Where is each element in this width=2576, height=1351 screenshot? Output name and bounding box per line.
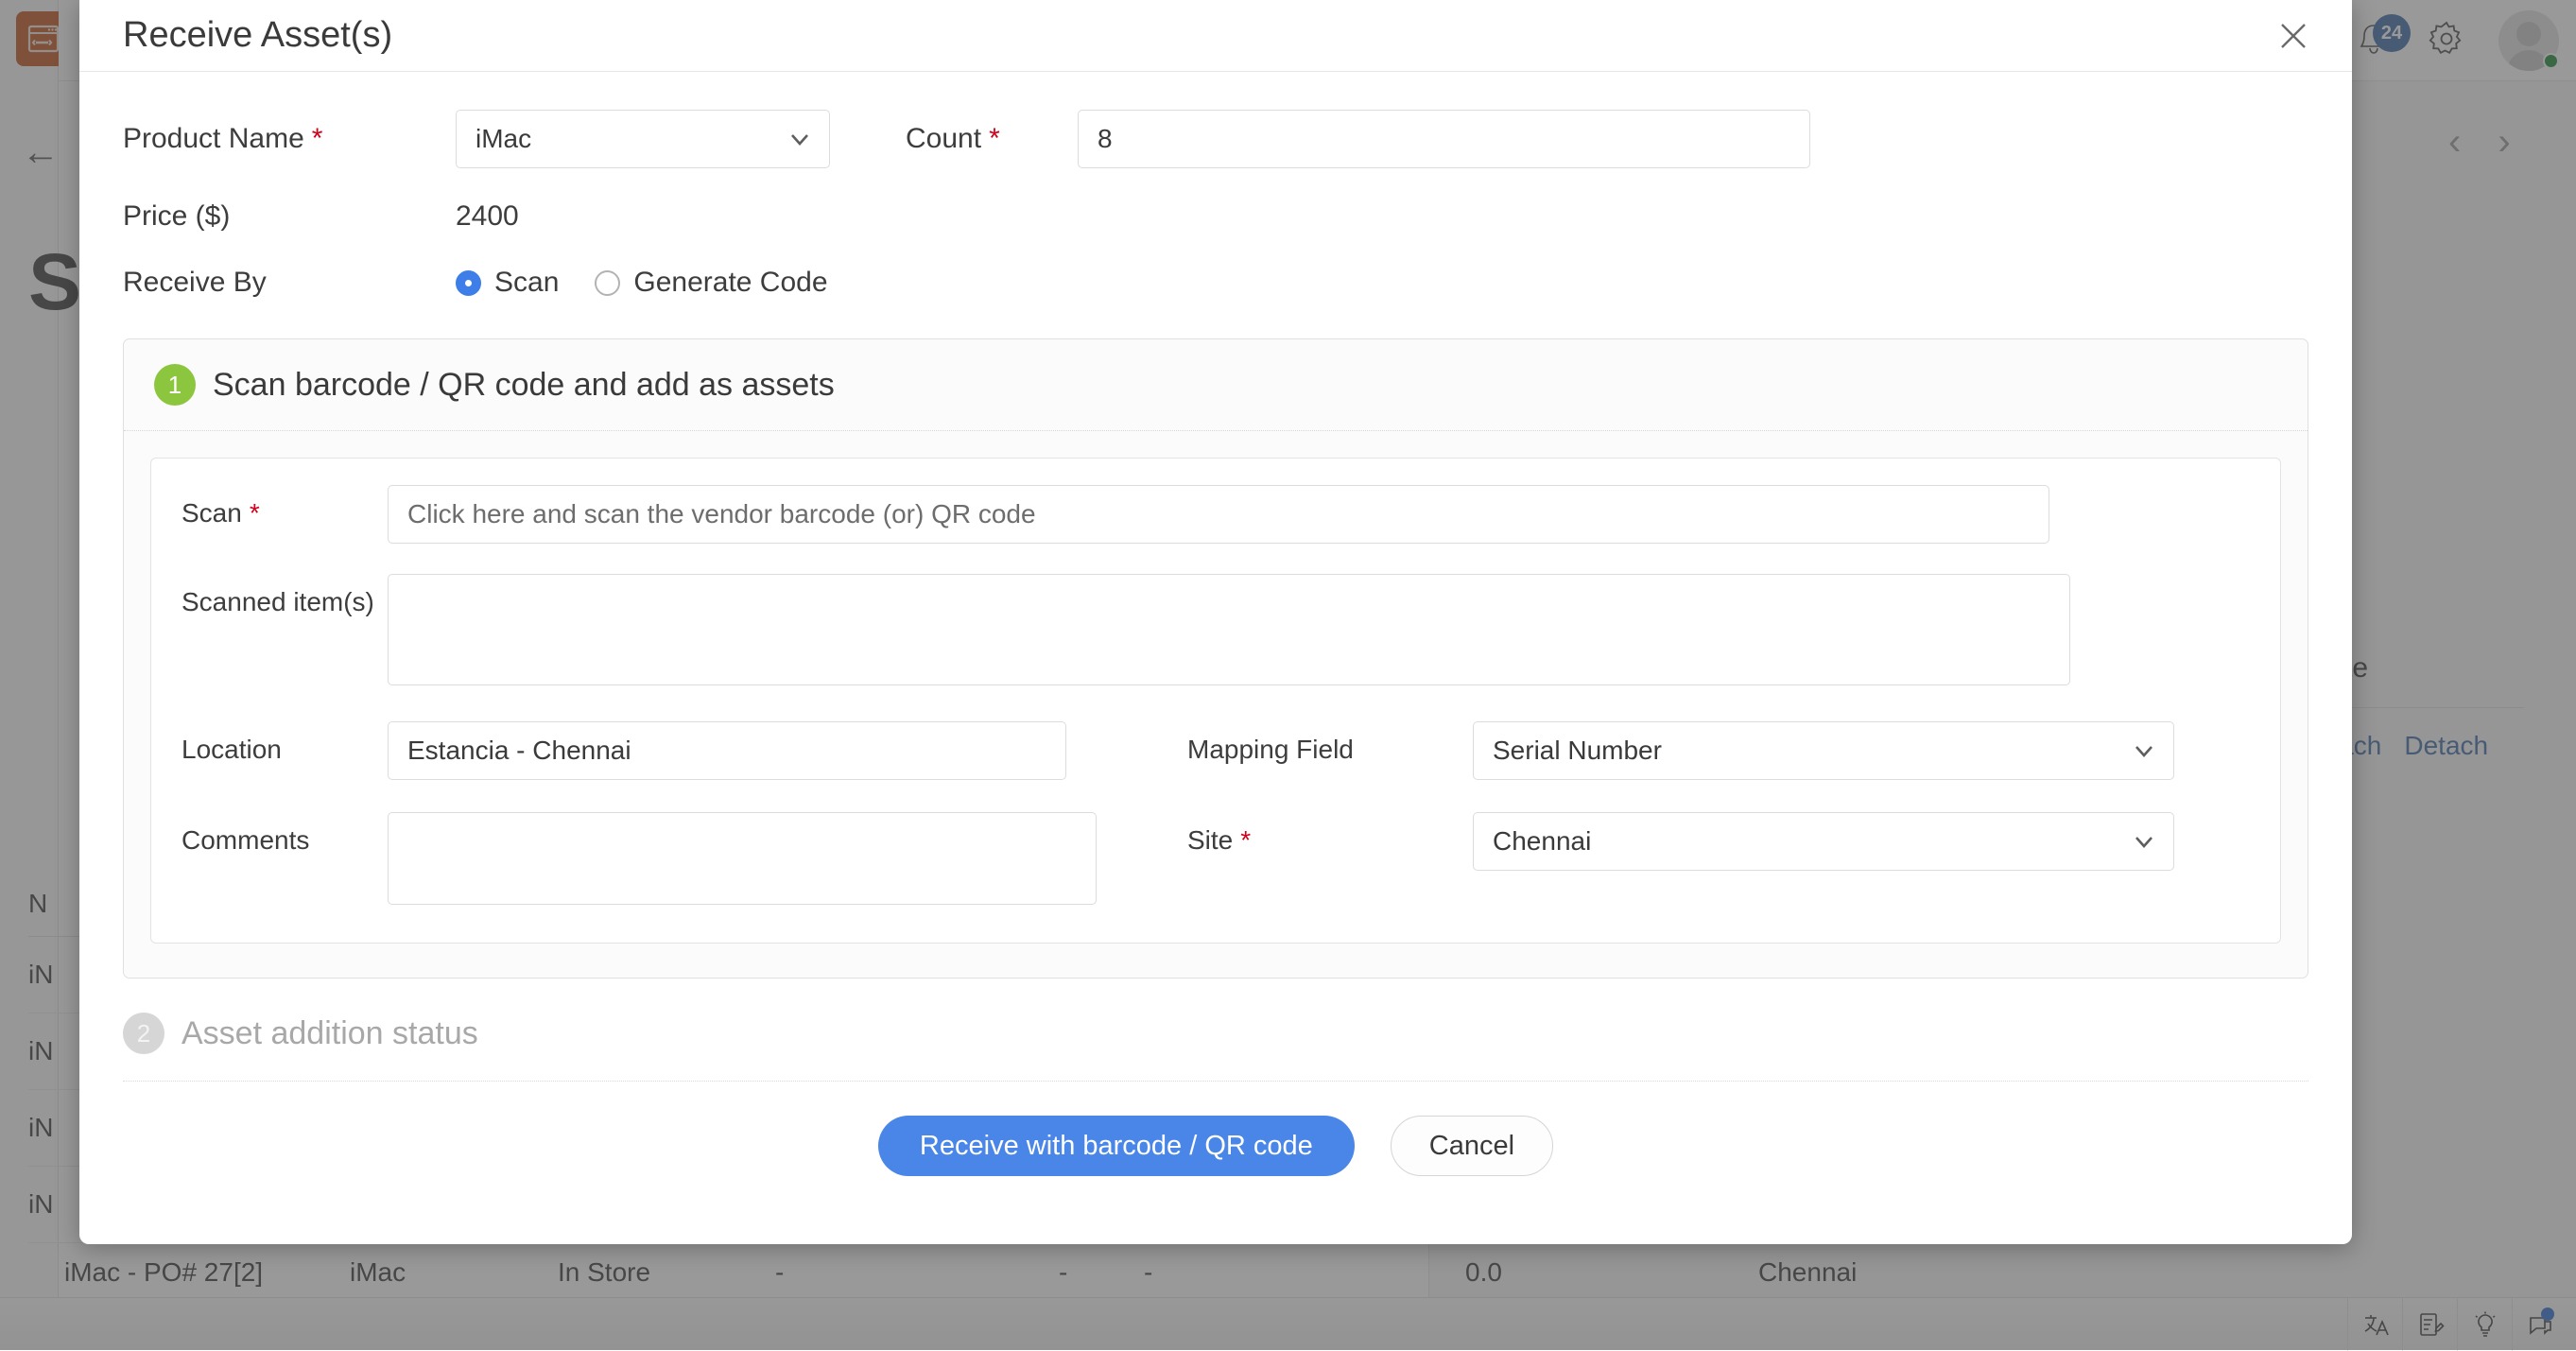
product-name-select[interactable]: iMac bbox=[456, 110, 830, 168]
radio-scan-label: Scan bbox=[494, 267, 559, 299]
step-1-header: 1 Scan barcode / QR code and add as asse… bbox=[124, 339, 2308, 431]
step-2-title: Asset addition status bbox=[182, 1015, 478, 1052]
scan-label-text: Scan bbox=[182, 498, 242, 528]
radio-scan-indicator bbox=[456, 270, 481, 296]
chevron-down-icon bbox=[2132, 829, 2156, 854]
scanned-items-list[interactable] bbox=[388, 574, 2070, 685]
price-label: Price ($) bbox=[123, 200, 456, 233]
radio-generate-code-indicator bbox=[595, 270, 620, 296]
required-marker: * bbox=[1240, 825, 1251, 855]
scanned-items-label: Scanned item(s) bbox=[182, 574, 388, 617]
scan-label: Scan * bbox=[182, 485, 388, 528]
receive-by-radio-group: Scan Generate Code bbox=[456, 267, 828, 299]
location-value: Estancia - Chennai bbox=[407, 736, 631, 766]
required-marker: * bbox=[312, 123, 323, 154]
step-1-panel: 1 Scan barcode / QR code and add as asse… bbox=[123, 338, 2308, 979]
step-1-title: Scan barcode / QR code and add as assets bbox=[213, 367, 835, 404]
chevron-down-icon bbox=[787, 127, 812, 151]
step-1-badge: 1 bbox=[154, 364, 196, 406]
site-group: Site* Chennai bbox=[1187, 812, 2174, 905]
site-label-text: Site bbox=[1187, 825, 1233, 855]
dialog-body: Product Name * iMac Count * 8 Price ($) 24… bbox=[79, 110, 2352, 1176]
mapping-field-group: Mapping Field Serial Number bbox=[1187, 721, 2174, 780]
required-marker: * bbox=[250, 498, 260, 528]
radio-generate-code[interactable]: Generate Code bbox=[595, 267, 827, 299]
required-marker: * bbox=[989, 123, 1000, 154]
step-2-badge: 2 bbox=[123, 1013, 164, 1054]
site-select[interactable]: Chennai bbox=[1473, 812, 2174, 871]
divider bbox=[123, 1081, 2308, 1082]
radio-generate-code-label: Generate Code bbox=[633, 267, 827, 299]
comments-label: Comments bbox=[182, 812, 388, 856]
location-input[interactable]: Estancia - Chennai bbox=[388, 721, 1066, 780]
mapping-field-label: Mapping Field bbox=[1187, 721, 1473, 765]
receive-by-row: Receive By Scan Generate Code bbox=[123, 267, 2308, 299]
product-name-value: iMac bbox=[475, 124, 531, 154]
step-2-header: 2 Asset addition status bbox=[123, 1013, 2308, 1054]
comments-site-row: Comments Site* Chennai bbox=[182, 812, 2250, 905]
location-mapping-row: Location Estancia - Chennai Mapping Fiel… bbox=[182, 721, 2250, 780]
location-group: Location Estancia - Chennai bbox=[182, 721, 1187, 780]
scanned-items-row: Scanned item(s) bbox=[182, 574, 2250, 685]
mapping-field-select[interactable]: Serial Number bbox=[1473, 721, 2174, 780]
cancel-button[interactable]: Cancel bbox=[1391, 1116, 1553, 1176]
dialog-title: Receive Asset(s) bbox=[123, 15, 392, 56]
product-name-row: Product Name * iMac Count * 8 bbox=[123, 110, 2308, 168]
receive-by-label: Receive By bbox=[123, 267, 456, 299]
count-input[interactable]: 8 bbox=[1078, 110, 1810, 168]
dialog-actions: Receive with barcode / QR code Cancel bbox=[123, 1116, 2308, 1176]
comments-group: Comments bbox=[182, 812, 1187, 905]
site-label: Site* bbox=[1187, 812, 1473, 856]
mapping-field-value: Serial Number bbox=[1493, 736, 1662, 766]
close-icon[interactable] bbox=[2269, 11, 2318, 61]
product-name-label: Product Name * bbox=[123, 123, 456, 155]
site-value: Chennai bbox=[1493, 826, 1591, 857]
price-row: Price ($) 2400 bbox=[123, 200, 2308, 233]
receive-with-barcode-button[interactable]: Receive with barcode / QR code bbox=[878, 1116, 1355, 1176]
location-label: Location bbox=[182, 721, 388, 765]
step-1-content: Scan * Click here and scan the vendor bar… bbox=[150, 458, 2281, 944]
count-value: 8 bbox=[1098, 124, 1113, 154]
scan-placeholder: Click here and scan the vendor barcode (… bbox=[407, 499, 1036, 529]
count-label: Count * bbox=[830, 123, 1078, 155]
dialog-header: Receive Asset(s) bbox=[79, 0, 2352, 72]
scan-input[interactable]: Click here and scan the vendor barcode (… bbox=[388, 485, 2049, 544]
receive-assets-dialog: Receive Asset(s) Product Name * iMac Coun… bbox=[79, 0, 2352, 1244]
count-label-text: Count bbox=[906, 123, 981, 154]
chevron-down-icon bbox=[2132, 738, 2156, 763]
scan-row: Scan * Click here and scan the vendor bar… bbox=[182, 485, 2250, 544]
radio-scan[interactable]: Scan bbox=[456, 267, 559, 299]
product-name-label-text: Product Name bbox=[123, 123, 304, 154]
price-value: 2400 bbox=[456, 200, 519, 233]
comments-textarea[interactable] bbox=[388, 812, 1097, 905]
step-2-panel: 2 Asset addition status bbox=[123, 1013, 2308, 1082]
